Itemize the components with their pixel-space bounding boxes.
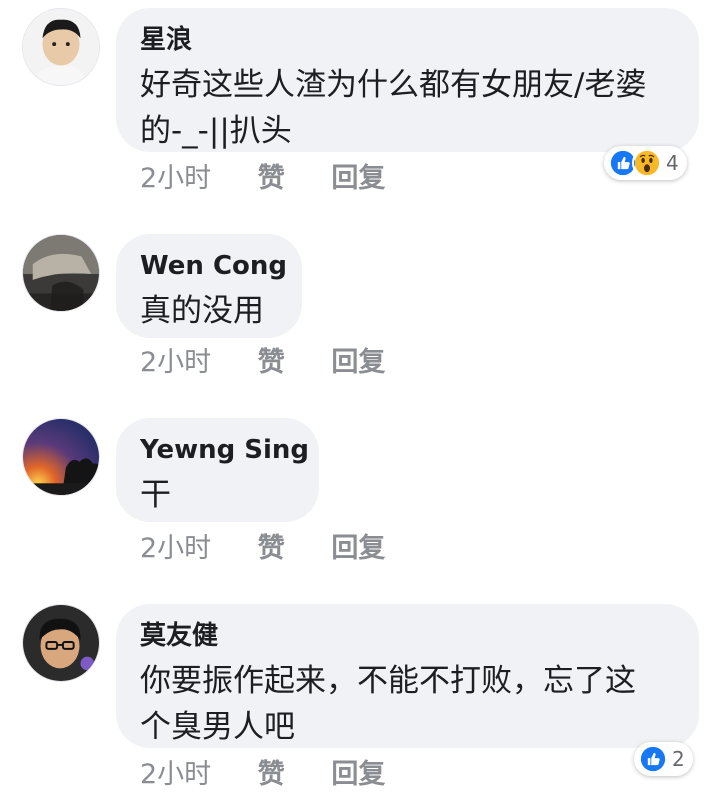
reply-button[interactable]: 回复 [331,156,385,195]
comment-author[interactable]: 星浪 [140,24,675,56]
like-button[interactable]: 赞 [258,526,285,565]
comment-text-line: 你要振作起来，不能不打败，忘了这 [140,663,636,699]
reaction-count: 4 [666,151,679,175]
comment-text-line: 好奇这些人渣为什么都有女朋友/老婆 [140,67,647,103]
reply-button[interactable]: 回复 [331,752,385,791]
comment-text-line: 的-_-||扒头 [140,113,292,149]
comment-bubble: Wen Cong 真的没用 [116,234,302,338]
comment-timestamp: 2小时 [140,347,212,378]
reply-button[interactable]: 回复 [331,340,385,379]
like-icon [638,744,668,774]
comment-actions: 2小时 赞 回复 [140,752,423,791]
comment-timestamp: 2小时 [140,533,212,564]
comment-actions: 2小时 赞 回复 [140,340,423,379]
avatar[interactable] [22,234,100,312]
wow-icon [632,148,662,178]
comment-text-line: 真的没用 [140,293,264,329]
comment-text-line: 干 [140,477,171,513]
comment-actions: 2小时 赞 回复 [140,156,423,195]
comment-bubble: Yewng Sing 干 [116,418,319,522]
comment-timestamp: 2小时 [140,759,212,790]
comment-bubble: 莫友健 你要振作起来，不能不打败，忘了这 个臭男人吧 [116,604,699,748]
reply-button[interactable]: 回复 [331,526,385,565]
comment-timestamp: 2小时 [140,163,212,194]
comment-author[interactable]: Wen Cong [140,250,287,282]
comment-author[interactable]: 莫友健 [140,620,675,652]
avatar[interactable] [22,418,100,496]
avatar[interactable] [22,604,100,682]
like-button[interactable]: 赞 [258,752,285,791]
reaction-summary[interactable]: 2 [634,742,693,776]
comment-actions: 2小时 赞 回复 [140,526,423,565]
comment-text-line: 个臭男人吧 [140,709,295,745]
avatar[interactable] [22,8,100,86]
like-button[interactable]: 赞 [258,340,285,379]
comment-author[interactable]: Yewng Sing [140,434,309,466]
reaction-count: 2 [672,747,685,771]
like-button[interactable]: 赞 [258,156,285,195]
reaction-summary[interactable]: 4 [604,146,687,180]
comment-bubble: 星浪 好奇这些人渣为什么都有女朋友/老婆 的-_-||扒头 [116,8,699,152]
